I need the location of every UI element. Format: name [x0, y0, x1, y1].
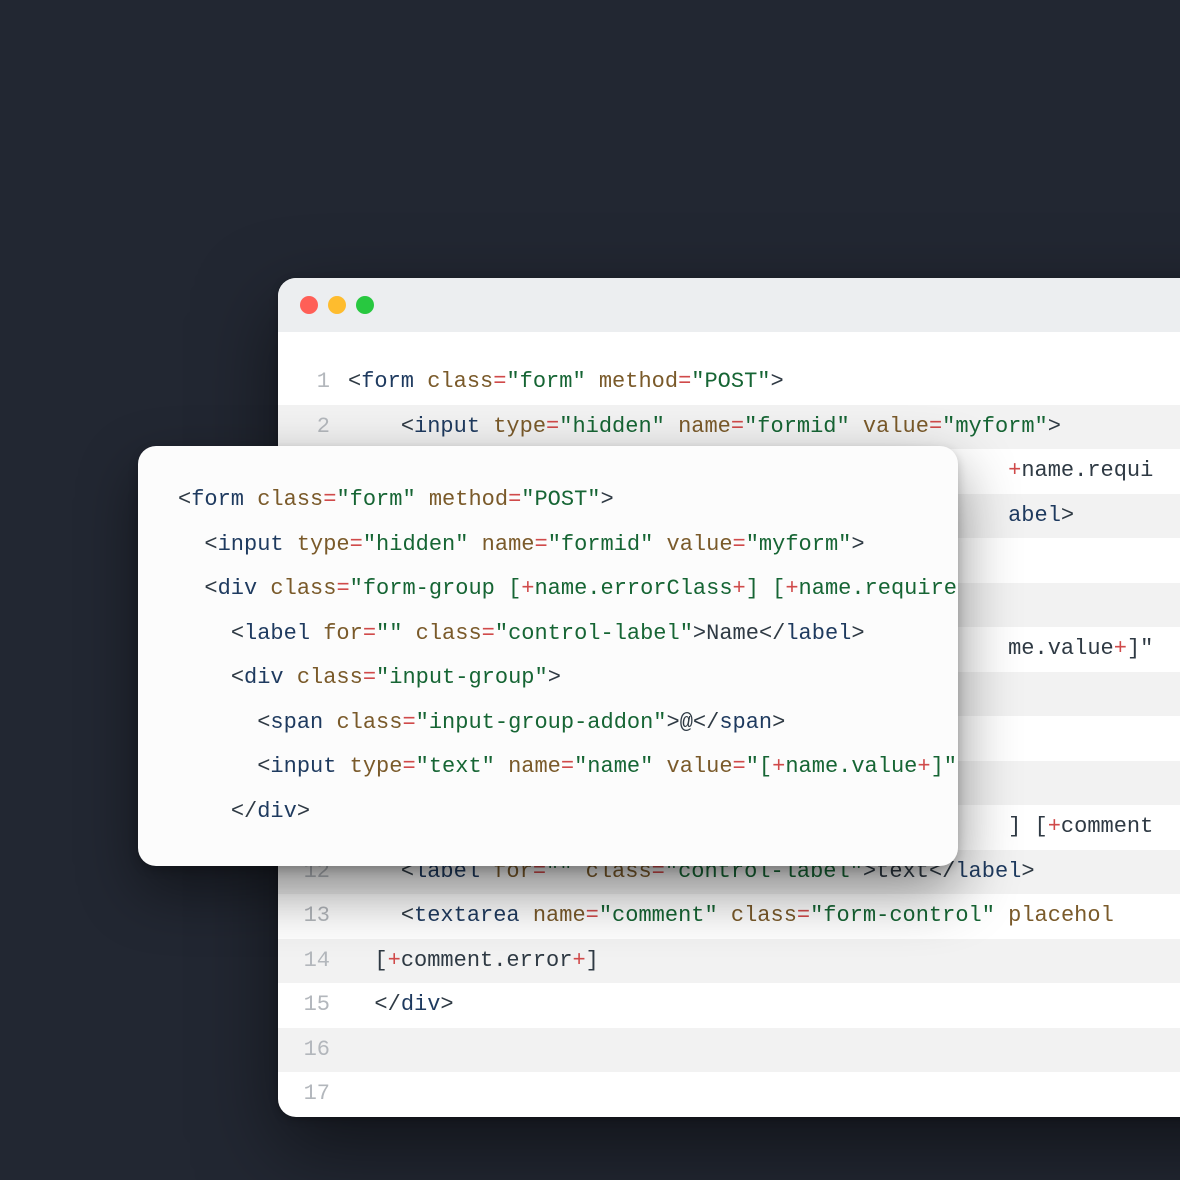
- code-line: <div class="input-group">: [178, 656, 918, 701]
- line-number: 2: [278, 405, 348, 450]
- code-line[interactable]: 1<form class="form" method="POST">: [278, 360, 1180, 405]
- code-line: <form class="form" method="POST">: [178, 478, 918, 523]
- line-number: 15: [278, 983, 348, 1028]
- line-number: 16: [278, 1028, 348, 1073]
- code-content: <input type="hidden" name="formid" value…: [348, 405, 1180, 450]
- code-line: </div>: [178, 790, 918, 835]
- code-preview-popup: <form class="form" method="POST"> <input…: [138, 446, 958, 866]
- code-line[interactable]: 15 </div>: [278, 983, 1180, 1028]
- maximize-icon[interactable]: [356, 296, 374, 314]
- code-line: <span class="input-group-addon">@</span>: [178, 701, 918, 746]
- code-content: <form class="form" method="POST">: [348, 360, 1180, 405]
- code-line: <input type="hidden" name="formid" value…: [178, 523, 918, 568]
- code-content: </div>: [348, 983, 1180, 1028]
- code-line: <label for="" class="control-label">Name…: [178, 612, 918, 657]
- line-number: 17: [278, 1072, 348, 1117]
- code-content: <textarea name="comment" class="form-con…: [348, 894, 1180, 939]
- code-line: <input type="text" name="name" value="[+…: [178, 745, 918, 790]
- window-titlebar: [278, 278, 1180, 332]
- code-line: <div class="form-group [+name.errorClass…: [178, 567, 918, 612]
- code-line[interactable]: 17: [278, 1072, 1180, 1117]
- code-line[interactable]: 2 <input type="hidden" name="formid" val…: [278, 405, 1180, 450]
- code-line[interactable]: 13 <textarea name="comment" class="form-…: [278, 894, 1180, 939]
- close-icon[interactable]: [300, 296, 318, 314]
- code-content: [348, 1072, 1180, 1117]
- code-content: [+comment.error+]: [348, 939, 1180, 984]
- code-content: [348, 1028, 1180, 1073]
- line-number: 13: [278, 894, 348, 939]
- minimize-icon[interactable]: [328, 296, 346, 314]
- line-number: 1: [278, 360, 348, 405]
- code-line[interactable]: 14 [+comment.error+]: [278, 939, 1180, 984]
- code-line[interactable]: 16: [278, 1028, 1180, 1073]
- line-number: 14: [278, 939, 348, 984]
